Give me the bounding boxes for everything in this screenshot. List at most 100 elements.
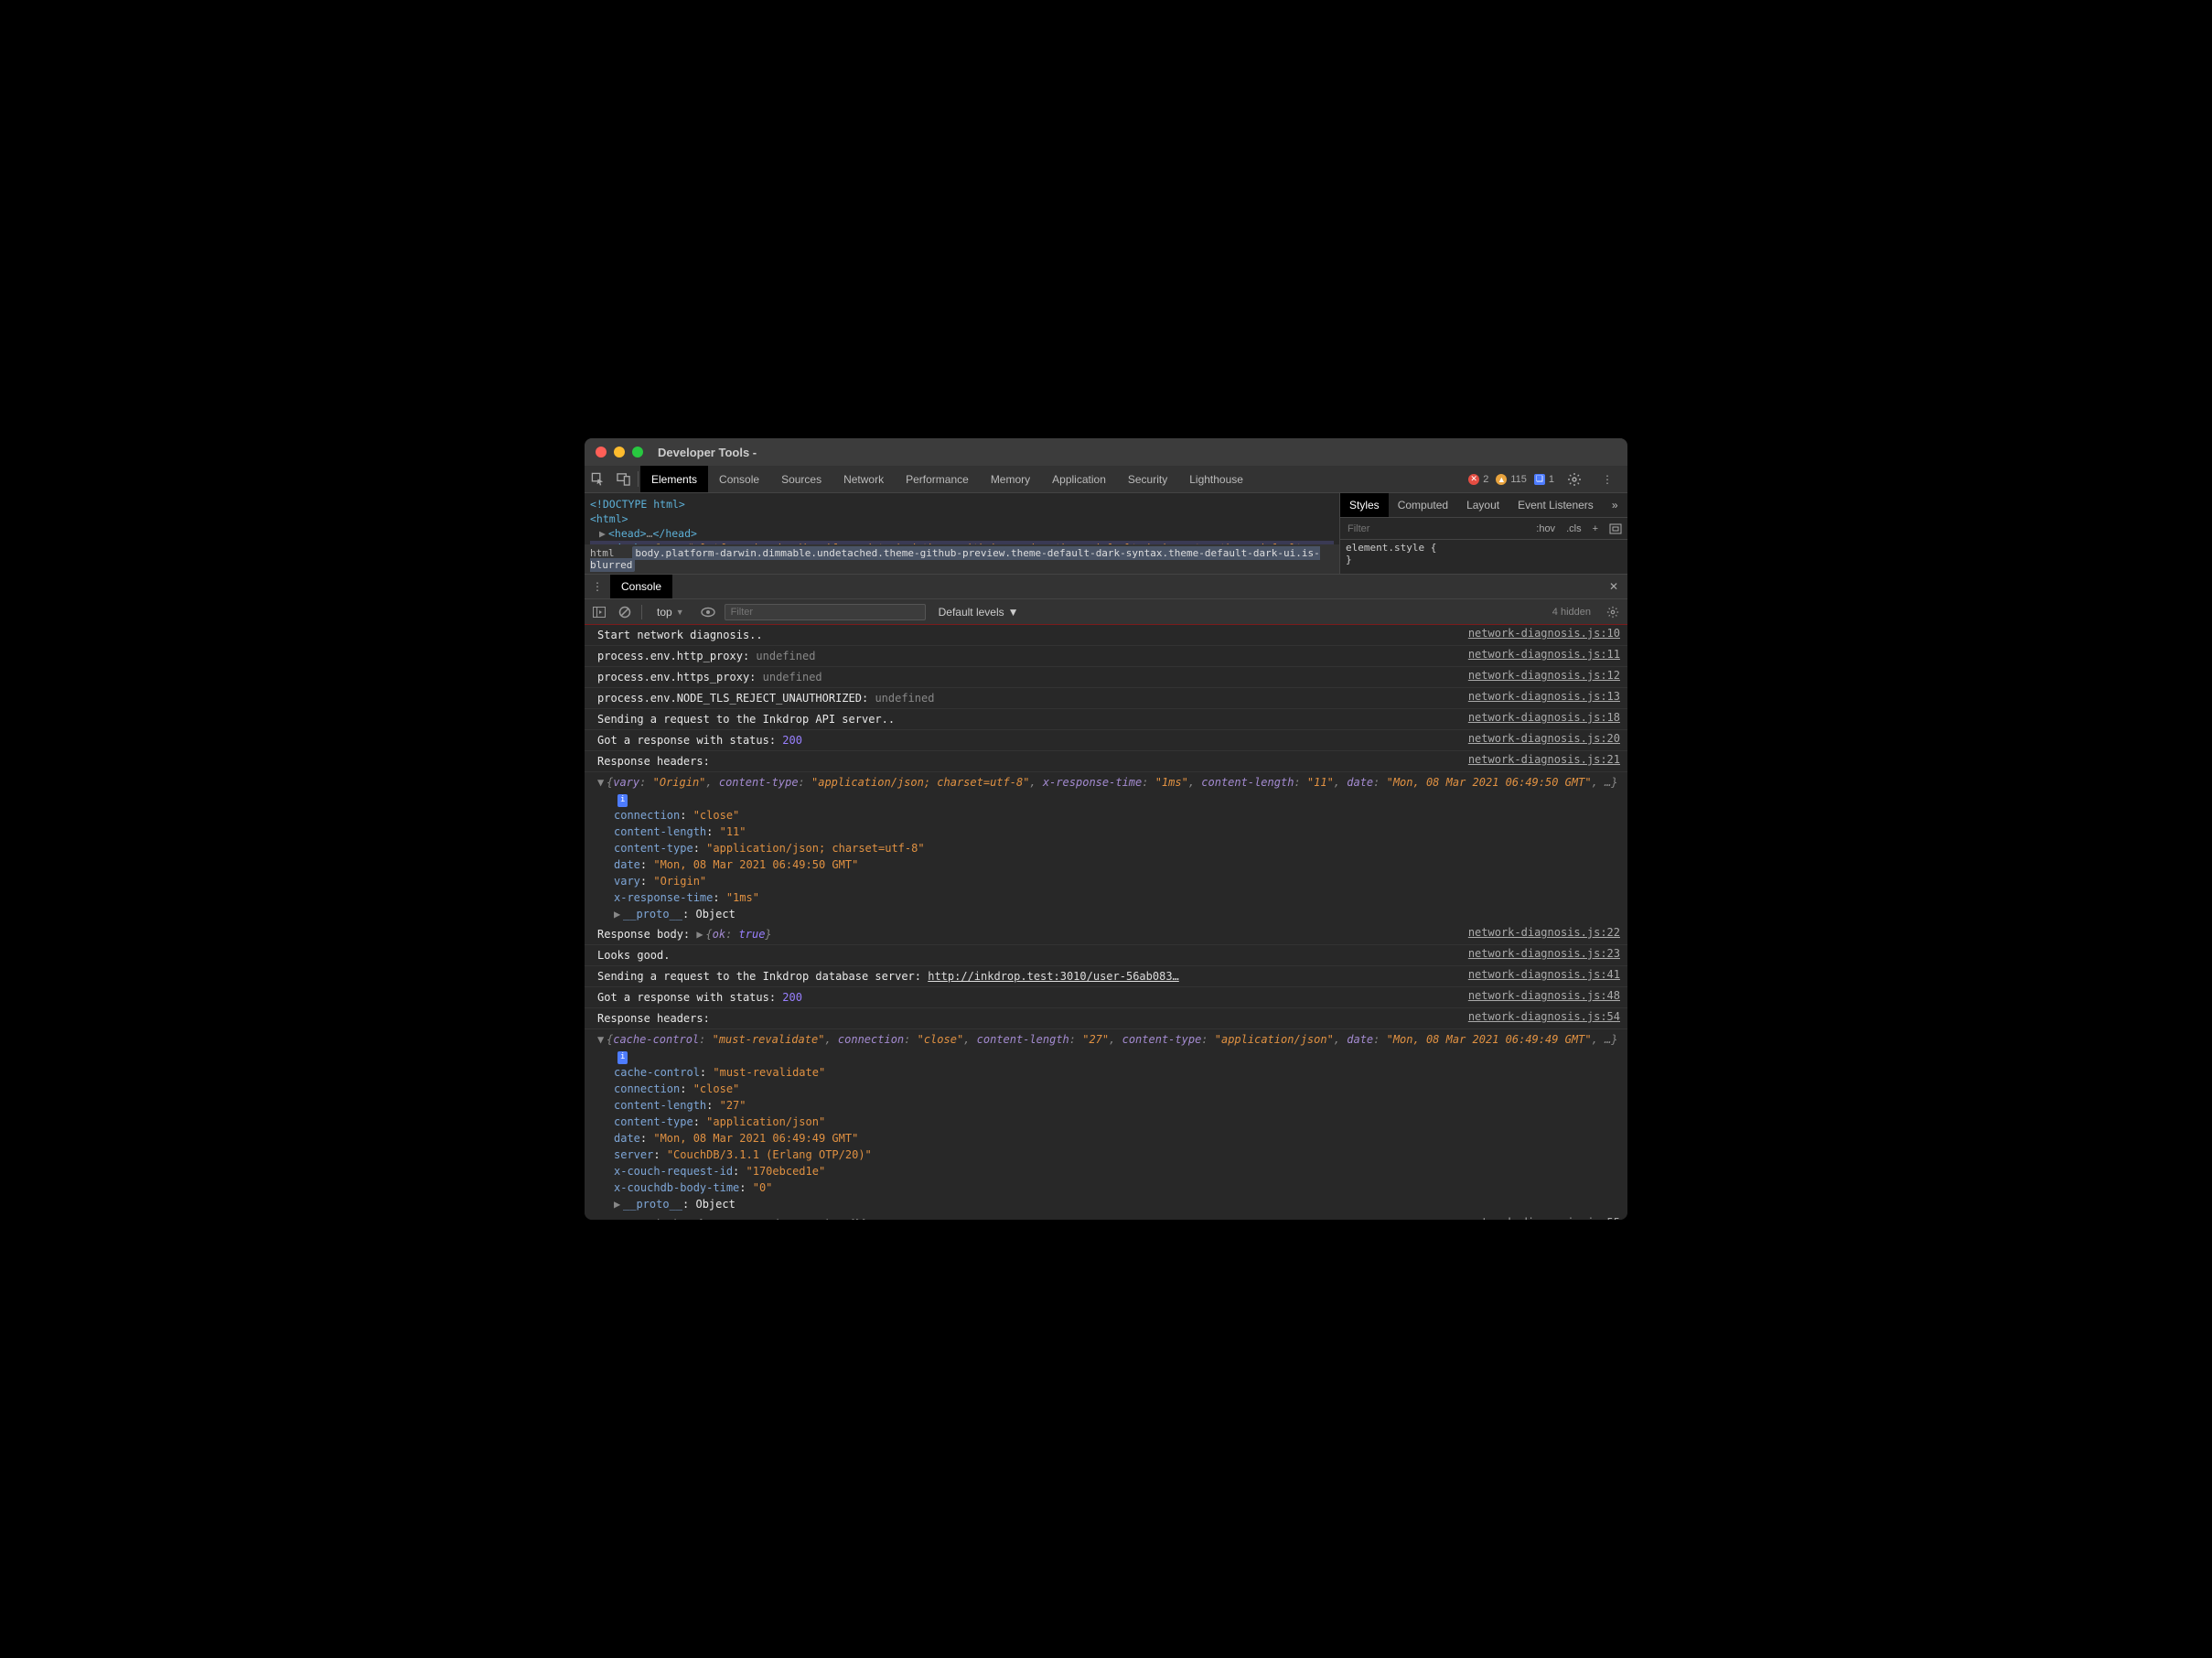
console-toolbar: top▼ Default levels ▼ 4 hidden [585,599,1627,625]
errors-badge[interactable]: ✕2 [1468,474,1488,485]
styles-filter-input[interactable] [1340,523,1530,534]
device-toolbar-icon[interactable] [610,466,636,492]
source-link[interactable]: network-diagnosis.js:23 [1459,947,1620,964]
more-tabs-icon[interactable]: » [1603,493,1627,517]
devtools-window: Developer Tools - ElementsConsoleSources… [585,438,1627,1220]
console-row[interactable]: Response body: ▶ {ok: true}network-diagn… [585,924,1627,945]
tab-console[interactable]: Console [708,466,770,492]
styles-filter-row: :hov .cls + [1340,518,1627,540]
traffic-lights [596,447,643,458]
tab-performance[interactable]: Performance [895,466,980,492]
context-selector[interactable]: top▼ [650,606,692,619]
expand-arrow-icon[interactable]: ▶ [614,906,623,922]
console-row[interactable]: Response body: {"status":"ok","seeds":{}… [585,1214,1627,1220]
console-filter-input[interactable] [725,604,926,620]
drawer-menu-icon[interactable]: ⋮ [585,580,610,593]
chevron-down-icon: ▼ [676,608,684,617]
styles-tab-styles[interactable]: Styles [1340,493,1389,517]
console-row[interactable]: Got a response with status: 200network-d… [585,730,1627,751]
console-row[interactable]: process.env.http_proxy: undefinednetwork… [585,646,1627,667]
source-link[interactable]: network-diagnosis.js:21 [1459,753,1620,770]
styles-tab-layout[interactable]: Layout [1457,493,1509,517]
main-tab-bar: ElementsConsoleSourcesNetworkPerformance… [585,466,1627,493]
console-output[interactable]: Start network diagnosis..network-diagnos… [585,625,1627,1220]
minimize-window-button[interactable] [614,447,625,458]
expand-arrow-icon[interactable]: ▼ [597,1031,607,1048]
source-link[interactable]: network-diagnosis.js:22 [1459,926,1620,942]
issues-badge[interactable]: ❏1 [1534,474,1554,485]
styles-tab-computed[interactable]: Computed [1389,493,1457,517]
dom-tree[interactable]: <!DOCTYPE html> <html> ▶<head>…</head> ⋯… [585,493,1339,574]
breadcrumb-selected[interactable]: body.platform-darwin.dimmable.undetached… [590,546,1320,572]
style-rule[interactable]: } [1346,554,1622,565]
clear-console-icon[interactable] [616,606,634,619]
expand-arrow-icon[interactable]: ▼ [597,774,607,791]
tab-application[interactable]: Application [1041,466,1117,492]
expand-arrow-icon[interactable]: ▶ [599,527,608,540]
url-link[interactable]: http://inkdrop.test:3010/user-56ab083… [928,970,1179,983]
close-window-button[interactable] [596,447,607,458]
new-style-rule-icon[interactable]: + [1587,523,1604,534]
tab-security[interactable]: Security [1117,466,1178,492]
warnings-badge[interactable]: ▲115 [1496,474,1527,485]
expand-arrow-icon[interactable]: ▶ [614,1196,623,1212]
tab-lighthouse[interactable]: Lighthouse [1178,466,1254,492]
source-link[interactable]: network-diagnosis.js:13 [1459,690,1620,706]
drawer-header: ⋮ Console ✕ [585,574,1627,599]
console-row[interactable]: Response headers:network-diagnosis.js:54 [585,1008,1627,1029]
console-row[interactable]: Sending a request to the Inkdrop databas… [585,966,1627,987]
source-link[interactable]: network-diagnosis.js:20 [1459,732,1620,748]
hover-toggle[interactable]: :hov [1530,523,1561,534]
tab-elements[interactable]: Elements [640,466,708,492]
source-link[interactable]: network-diagnosis.js:54 [1459,1010,1620,1027]
styles-tabs: Styles Computed Layout Event Listeners » [1340,493,1627,518]
console-object[interactable]: ▼ {vary: "Origin", content-type: "applic… [585,772,1627,924]
main-tabs: ElementsConsoleSourcesNetworkPerformance… [640,466,1254,492]
zoom-window-button[interactable] [632,447,643,458]
tab-network[interactable]: Network [832,466,895,492]
console-row[interactable]: process.env.https_proxy: undefinednetwor… [585,667,1627,688]
console-row[interactable]: process.env.NODE_TLS_REJECT_UNAUTHORIZED… [585,688,1627,709]
source-link[interactable]: network-diagnosis.js:55 [1459,1216,1620,1220]
live-expression-icon[interactable] [699,607,717,618]
elements-panel: <!DOCTYPE html> <html> ▶<head>…</head> ⋯… [585,493,1627,574]
console-row[interactable]: Start network diagnosis..network-diagnos… [585,625,1627,646]
styles-tab-listeners[interactable]: Event Listeners [1509,493,1603,517]
tab-sources[interactable]: Sources [770,466,832,492]
chevron-down-icon: ▼ [1008,606,1019,619]
breadcrumbs[interactable]: html body.platform-darwin.dimmable.undet… [585,544,1339,574]
cls-toggle[interactable]: .cls [1561,523,1587,534]
expand-arrow-icon[interactable]: ▶ [696,926,705,942]
styles-body[interactable]: element.style { } [1340,540,1627,567]
inspect-element-icon[interactable] [585,466,610,492]
box-model-icon[interactable] [1604,523,1627,534]
console-row[interactable]: Got a response with status: 200network-d… [585,987,1627,1008]
settings-icon[interactable] [1562,472,1587,487]
drawer-close-icon[interactable]: ✕ [1600,580,1627,593]
console-row[interactable]: Sending a request to the Inkdrop API ser… [585,709,1627,730]
source-link[interactable]: network-diagnosis.js:12 [1459,669,1620,685]
log-levels-selector[interactable]: Default levels ▼ [939,606,1019,619]
source-link[interactable]: network-diagnosis.js:10 [1459,627,1620,643]
style-rule[interactable]: element.style { [1346,542,1622,554]
dom-line[interactable]: <!DOCTYPE html> [590,497,1334,511]
console-row[interactable]: Response headers:network-diagnosis.js:21 [585,751,1627,772]
more-menu-icon[interactable]: ⋮ [1595,473,1620,486]
console-row[interactable]: Looks good.network-diagnosis.js:23 [585,945,1627,966]
console-settings-icon[interactable] [1604,606,1622,619]
console-object[interactable]: ▼ {cache-control: "must-revalidate", con… [585,1029,1627,1214]
source-link[interactable]: network-diagnosis.js:48 [1459,989,1620,1006]
dom-line[interactable]: ▶<head>…</head> [590,526,1334,541]
toolbar-right: ✕2 ▲115 ❏1 ⋮ [1468,466,1627,492]
info-badge-icon[interactable]: i [617,794,628,807]
source-link[interactable]: network-diagnosis.js:41 [1459,968,1620,985]
info-badge-icon[interactable]: i [617,1051,628,1064]
dom-line[interactable]: <html> [590,511,1334,526]
source-link[interactable]: network-diagnosis.js:18 [1459,711,1620,727]
drawer-tab-console[interactable]: Console [610,575,672,598]
tab-memory[interactable]: Memory [980,466,1041,492]
errors-count: 2 [1483,474,1488,485]
hidden-count[interactable]: 4 hidden [1552,607,1596,618]
source-link[interactable]: network-diagnosis.js:11 [1459,648,1620,664]
console-sidebar-icon[interactable] [590,607,608,618]
